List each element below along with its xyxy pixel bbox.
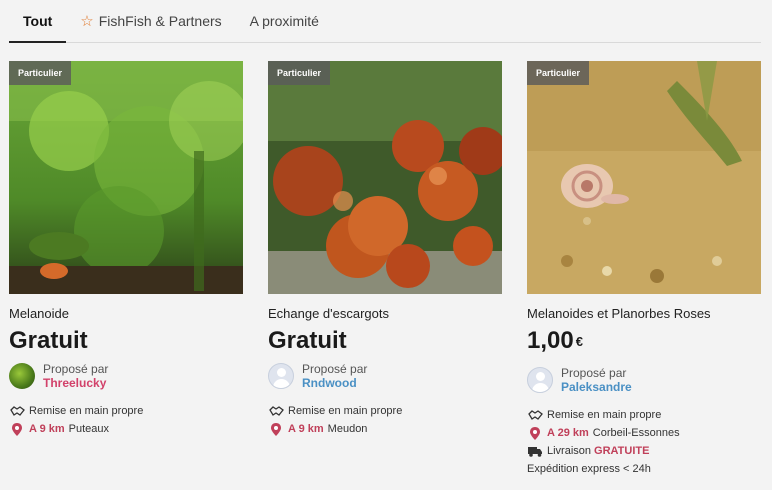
seller-name-link[interactable]: Threelucky (43, 376, 108, 390)
avatar[interactable] (527, 367, 553, 393)
red-snails-image (268, 61, 502, 294)
handshake-icon (9, 405, 25, 417)
delivery-label: Livraison (547, 445, 592, 457)
tab-fishfish-partners-label: FishFish & Partners (98, 12, 222, 29)
location-pin-icon (9, 422, 25, 436)
listing-title[interactable]: Echange d'escargots (268, 306, 502, 322)
location-row: A 9 km Meudon (268, 420, 502, 438)
listing-photo[interactable]: Particulier (268, 61, 502, 294)
listing-title[interactable]: Melanoide (9, 306, 243, 322)
location-pin-icon (268, 422, 284, 436)
tab-fishfish-partners[interactable]: ☆ FishFish & Partners (66, 0, 235, 42)
location-row: A 29 km Corbeil-Essonnes (527, 424, 761, 442)
tab-all-label: Tout (23, 12, 53, 29)
listing-price: Gratuit (9, 326, 243, 356)
city: Meudon (327, 423, 368, 435)
location-row: A 9 km Puteaux (9, 420, 243, 438)
listing-photo[interactable]: Particulier (9, 61, 243, 294)
location-pin-icon (527, 426, 543, 440)
listing-price: Gratuit (268, 326, 502, 356)
listing-title[interactable]: Melanoides et Planorbes Roses (527, 306, 761, 322)
handover-text: Remise en main propre (288, 405, 403, 417)
price-value: Gratuit (9, 327, 88, 354)
tab-bar: Tout ☆ FishFish & Partners A proximité (9, 0, 761, 43)
listing-price: 1,00 € (527, 326, 761, 356)
gravel-snail-image (527, 61, 761, 294)
seller-label: Proposé par (561, 366, 627, 380)
listing-card[interactable]: Particulier Echange d'escargots Gratuit … (268, 61, 502, 438)
truck-icon (527, 446, 543, 457)
price-value: Gratuit (268, 327, 347, 354)
handover-row: Remise en main propre (527, 406, 761, 424)
distance: A 29 km (547, 427, 589, 439)
tab-nearby-label: A proximité (249, 12, 319, 29)
seller-label: Proposé par (43, 362, 109, 376)
listing-photo[interactable]: Particulier (527, 61, 761, 294)
avatar[interactable] (268, 363, 294, 389)
tab-nearby[interactable]: A proximité (236, 0, 333, 42)
aquarium-plants-image (9, 61, 243, 294)
star-outline-icon: ☆ (80, 12, 94, 30)
price-value: 1,00 (527, 327, 574, 354)
handover-text: Remise en main propre (29, 405, 144, 417)
seller-info: Proposé par Rndwood (268, 360, 502, 392)
tab-all[interactable]: Tout (9, 0, 67, 43)
express-shipping: Expédition express < 24h (527, 463, 651, 475)
seller-name-link[interactable]: Paleksandre (561, 380, 632, 394)
seller-label: Proposé par (302, 362, 368, 376)
seller-name-link[interactable]: Rndwood (302, 376, 367, 390)
distance: A 9 km (288, 423, 324, 435)
city: Puteaux (68, 423, 110, 435)
handover-text: Remise en main propre (547, 409, 662, 421)
city: Corbeil-Essonnes (592, 427, 680, 439)
listing-card[interactable]: Particulier Melanoides et Planorbes Rose… (527, 61, 761, 478)
seller-info: Proposé par Threelucky (9, 360, 243, 392)
listing-card[interactable]: Particulier Melanoide Gratuit Proposé pa… (9, 61, 243, 438)
handover-row: Remise en main propre (9, 402, 243, 420)
distance: A 9 km (29, 423, 65, 435)
seller-type-badge: Particulier (268, 61, 331, 85)
seller-type-badge: Particulier (9, 61, 72, 85)
handshake-icon (268, 405, 284, 417)
handover-row: Remise en main propre (268, 402, 502, 420)
seller-type-badge: Particulier (527, 61, 590, 85)
avatar[interactable] (9, 363, 35, 389)
delivery-row: Livraison GRATUITE (527, 442, 761, 460)
currency-symbol: € (575, 334, 583, 349)
seller-info: Proposé par Paleksandre (527, 364, 761, 396)
handshake-icon (527, 409, 543, 421)
delivery-free: GRATUITE (594, 445, 650, 457)
